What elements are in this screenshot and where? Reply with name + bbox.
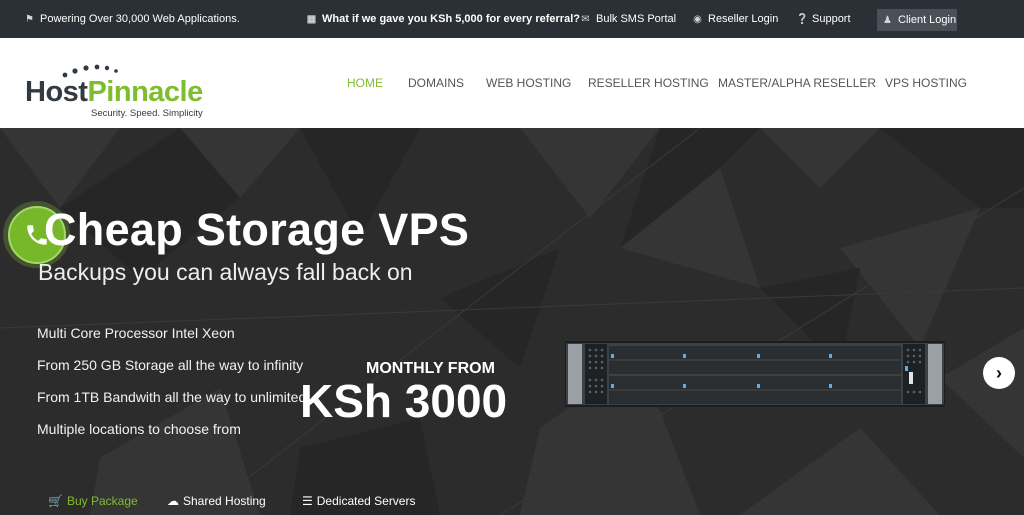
site-header: HostPinnacle Security. Speed. Simplicity…	[0, 38, 1024, 128]
feature-item: From 1TB Bandwith all the way to unlimit…	[37, 389, 307, 405]
support-text: Support	[812, 13, 851, 25]
price: KSh 3000	[300, 375, 508, 427]
tab-buy-package[interactable]: 🛒 Buy Package	[48, 494, 138, 508]
nav-domains[interactable]: DOMAINS	[408, 76, 464, 90]
reseller-login-text: Reseller Login	[708, 13, 779, 25]
client-login-button[interactable]: ♟ Client Login	[877, 9, 957, 31]
hero-slider: Cheap Storage VPS Backups you can always…	[0, 128, 1024, 515]
nav-home[interactable]: HOME	[347, 76, 383, 90]
logo-tagline: Security. Speed. Simplicity	[91, 108, 203, 119]
powering-text: Powering Over 30,000 Web Applications.	[40, 13, 240, 25]
bulk-sms-link[interactable]: ✉ Bulk SMS Portal	[580, 0, 676, 38]
cart-icon: 🛒	[48, 494, 63, 508]
hero-tabs: 🛒 Buy Package ☁ Shared Hosting ☰ Dedicat…	[0, 494, 1024, 514]
trophy-icon: ⚑	[25, 13, 34, 25]
bulk-sms-text: Bulk SMS Portal	[596, 13, 677, 25]
database-icon: ☰	[302, 494, 313, 508]
nav-reseller-hosting[interactable]: RESELLER HOSTING	[588, 76, 709, 90]
feature-item: Multi Core Processor Intel Xeon	[37, 325, 235, 341]
user-icon: ♟	[883, 14, 892, 26]
tab-shared-hosting-label: Shared Hosting	[183, 494, 266, 508]
tab-dedicated-servers-label: Dedicated Servers	[316, 494, 416, 508]
tab-dedicated-servers[interactable]: ☰ Dedicated Servers	[302, 494, 415, 508]
cloud-icon: ☁	[167, 494, 179, 508]
server-rack-image	[565, 341, 945, 407]
nav-web-hosting[interactable]: WEB HOSTING	[486, 76, 571, 90]
gift-icon: ▦	[306, 13, 317, 25]
top-bar: ⚑ Powering Over 30,000 Web Applications.…	[0, 0, 1024, 38]
hero-subtitle: Backups you can always fall back on	[38, 259, 413, 285]
feature-item: Multiple locations to choose from	[37, 421, 241, 437]
hero-pattern	[0, 128, 1024, 515]
feature-item: From 250 GB Storage all the way to infin…	[37, 357, 304, 373]
chevron-right-icon: ›	[996, 362, 1002, 383]
tab-shared-hosting[interactable]: ☁ Shared Hosting	[167, 494, 266, 508]
support-link[interactable]: ❔ Support	[796, 0, 851, 38]
referral-text: What if we gave you KSh 5,000 for every …	[322, 13, 580, 25]
support-icon: ❔	[796, 13, 809, 25]
client-login-text: Client Login	[898, 14, 957, 26]
nav-master-alpha-reseller[interactable]: MASTER/ALPHA RESELLER	[718, 76, 876, 90]
hero-title: Cheap Storage VPS	[44, 204, 470, 255]
reseller-login-link[interactable]: ◉ Reseller Login	[692, 0, 778, 38]
main-nav: HOME DOMAINS WEB HOSTING RESELLER HOSTIN…	[0, 76, 1024, 96]
powering-notice: ⚑ Powering Over 30,000 Web Applications.	[24, 0, 240, 38]
slider-next-button[interactable]: ›	[983, 357, 1015, 389]
feature-list: Multi Core Processor Intel Xeon From 250…	[37, 324, 306, 452]
sms-icon: ✉	[581, 13, 590, 25]
referral-link[interactable]: ▦ What if we gave you KSh 5,000 for ever…	[306, 0, 580, 38]
reseller-icon: ◉	[693, 13, 702, 25]
tab-buy-package-label: Buy Package	[66, 494, 138, 508]
nav-vps-hosting[interactable]: VPS HOSTING	[885, 76, 967, 90]
